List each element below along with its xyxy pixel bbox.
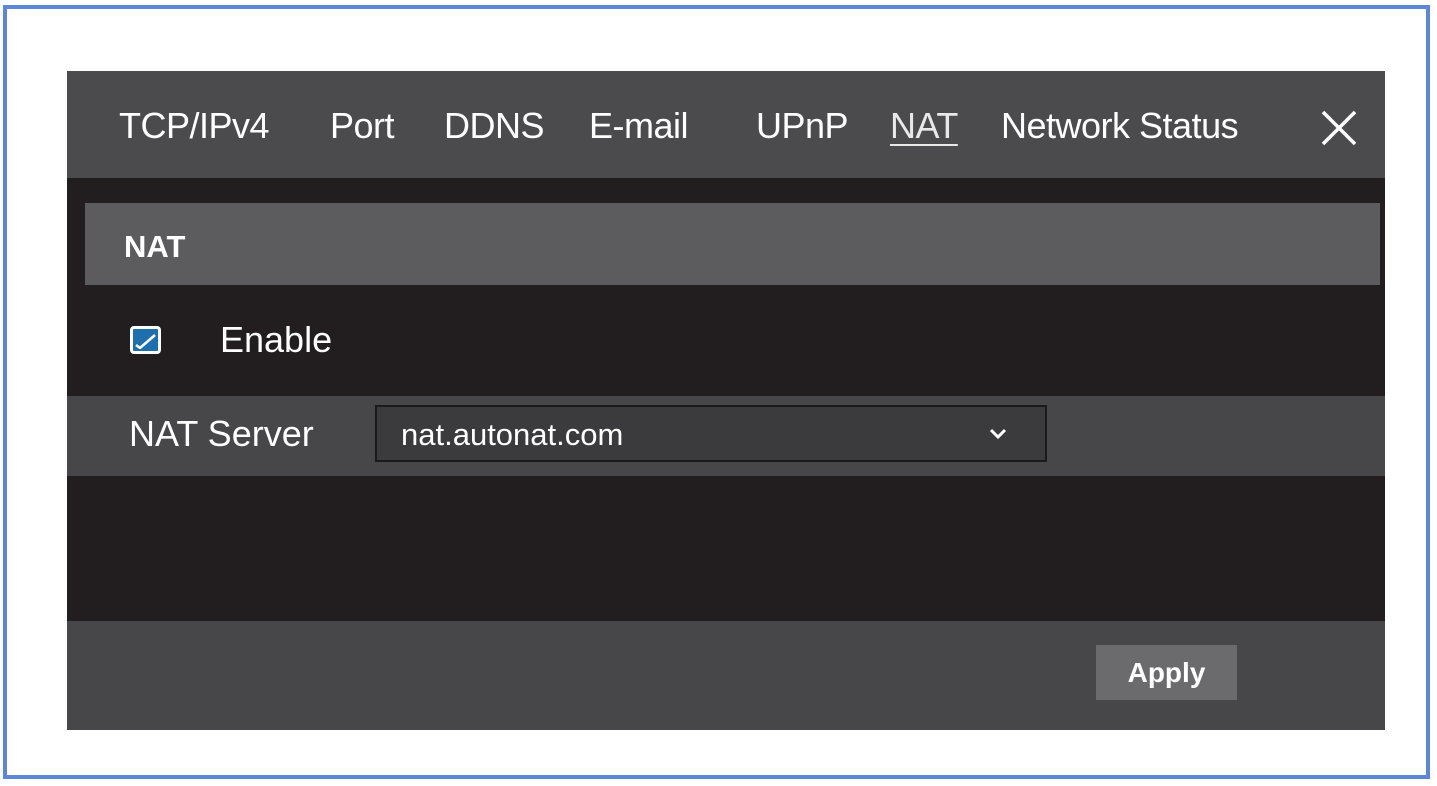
nat-server-select[interactable]: nat.autonat.com	[375, 405, 1047, 462]
network-settings-panel: TCP/IPv4 Port DDNS E-mail UPnP NAT Netwo…	[67, 71, 1385, 730]
nat-server-label: NAT Server	[129, 413, 314, 454]
section-header: NAT	[85, 203, 1380, 285]
tab-nat[interactable]: NAT	[890, 105, 958, 147]
tab-tcp-ipv4[interactable]: TCP/IPv4	[119, 105, 270, 147]
checkmark-icon	[135, 334, 156, 349]
tab-upnp[interactable]: UPnP	[756, 105, 849, 147]
enable-label: Enable	[220, 319, 333, 360]
close-icon[interactable]	[1320, 109, 1358, 147]
tab-email[interactable]: E-mail	[589, 105, 689, 147]
enable-checkbox[interactable]	[130, 326, 161, 354]
tab-ddns[interactable]: DDNS	[444, 105, 545, 147]
chevron-down-icon	[989, 428, 1007, 440]
apply-button[interactable]: Apply	[1096, 645, 1237, 700]
tab-port[interactable]: Port	[330, 105, 395, 147]
enable-row: Enable	[85, 285, 1380, 395]
nat-server-row: NAT Server nat.autonat.com	[67, 396, 1385, 476]
tab-bar: TCP/IPv4 Port DDNS E-mail UPnP NAT Netwo…	[67, 71, 1385, 178]
nat-server-value: nat.autonat.com	[401, 417, 624, 452]
tab-network-status[interactable]: Network Status	[1001, 105, 1239, 147]
section-title: NAT	[124, 229, 186, 264]
footer-bar: Apply	[67, 621, 1385, 730]
